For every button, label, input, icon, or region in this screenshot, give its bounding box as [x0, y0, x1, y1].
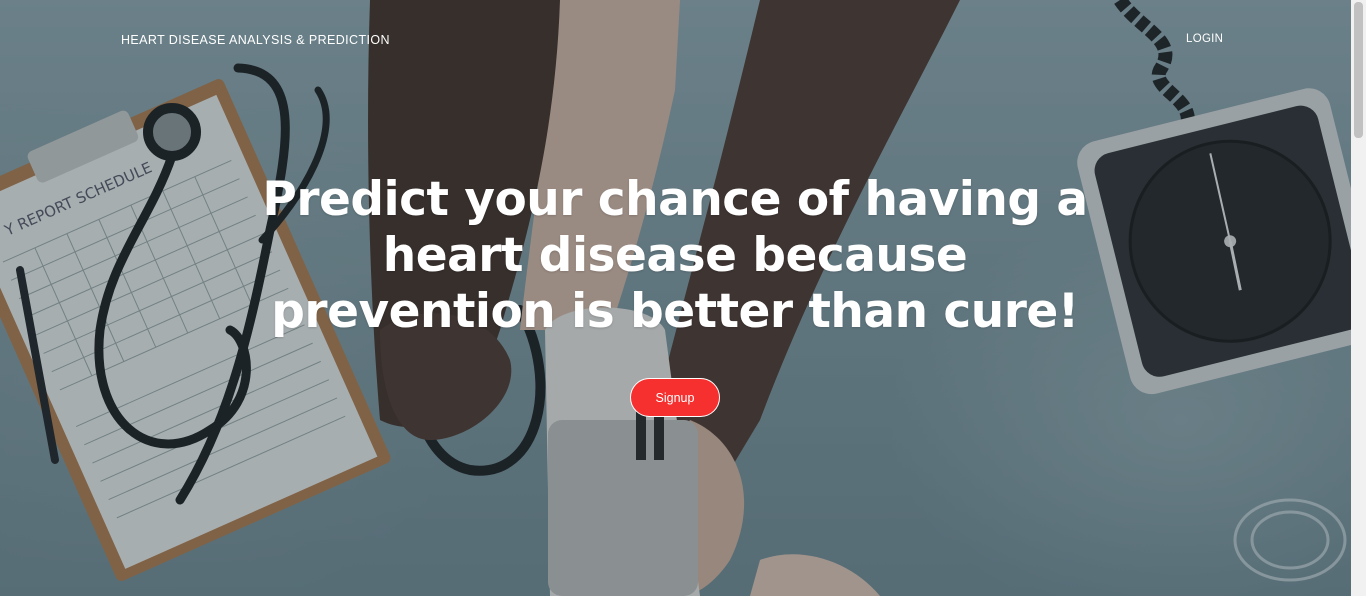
headline-line-3: prevention is better than cure! [271, 284, 1079, 339]
login-link[interactable]: LOGIN [1186, 33, 1223, 45]
brand-link[interactable]: HEART DISEASE ANALYSIS & PREDICTION [121, 33, 390, 47]
scrollbar-thumb[interactable] [1354, 2, 1363, 138]
vertical-scrollbar[interactable] [1351, 0, 1366, 596]
signup-button[interactable]: Signup [630, 378, 720, 417]
hero-headline: Predict your chance of having a heart di… [240, 172, 1110, 340]
headline-line-1: Predict your chance of having a [262, 172, 1088, 227]
navbar: HEART DISEASE ANALYSIS & PREDICTION LOGI… [0, 0, 1351, 80]
headline-line-2: heart disease because [382, 228, 968, 283]
